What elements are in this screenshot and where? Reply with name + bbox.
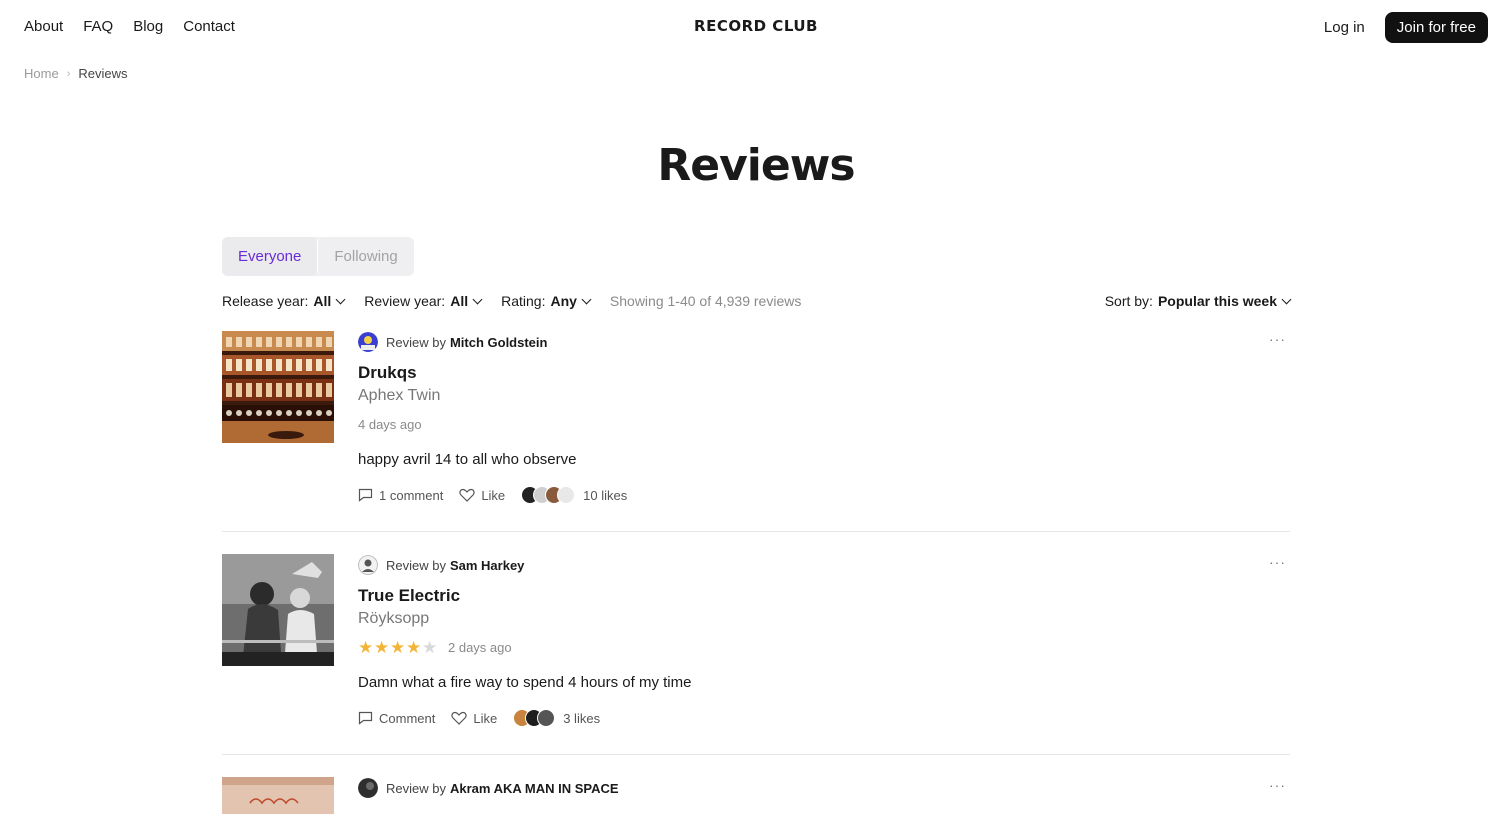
review-text: happy avril 14 to all who observe [358,451,577,468]
review-byline: Review by Sam Harkey [358,554,1290,576]
avatar[interactable] [358,555,378,575]
comment-count: 1 comment [379,487,444,503]
review-body: Review by Mitch Goldstein ··· Drukqs Aph… [358,331,1290,504]
filter-bar: Release year: All Review year: All Ratin… [222,293,801,309]
comment-icon [358,488,373,502]
reviewer-name[interactable]: Sam Harkey [450,558,524,573]
album-cover[interactable] [222,331,334,443]
star-icon: ★ [406,637,422,657]
review-year-filter[interactable]: Review year: All [364,293,483,309]
join-button[interactable]: Join for free [1384,12,1488,43]
chevron-down-icon [472,294,483,304]
filter-value: All [450,293,469,309]
like-label: Like [481,487,506,503]
review-text: Damn what a fire way to spend 4 hours of… [358,674,692,691]
avatar[interactable] [358,332,378,352]
review-byline: Review by Mitch Goldstein [358,331,1290,353]
comment-button[interactable]: 1 comment [358,488,443,503]
review-card: Review by Sam Harkey ··· True Electric R… [222,554,1290,734]
album-cover[interactable] [222,554,334,666]
star-empty-icon: ★ [422,637,438,657]
divider [222,754,1290,755]
star-icon: ★ [374,637,390,657]
review-actions: 1 comment Like 10 likes [358,486,1290,504]
chevron-down-icon [581,294,592,304]
divider [222,531,1290,532]
review-time: 2 days ago [448,639,512,655]
sort-dropdown[interactable]: Sort by: Popular this week [1104,293,1292,309]
review-meta: ★ ★ ★ ★ ★ 2 days ago [358,638,1290,656]
review-card: Review by Mitch Goldstein ··· Drukqs Aph… [222,331,1290,511]
more-options-icon[interactable]: ··· [1269,554,1286,570]
album-title[interactable]: Drukqs [358,363,1290,383]
avatar[interactable] [358,778,378,798]
breadcrumb-home[interactable]: Home [24,66,59,81]
nav-auth: Log in Join for free [1324,12,1488,43]
star-icon: ★ [358,637,374,657]
review-by-label: Review by [386,334,446,350]
reviewer-name[interactable]: Akram AKA MAN IN SPACE [450,781,619,796]
chevron-down-icon [335,294,346,304]
heart-icon [451,711,467,725]
star-rating: ★ ★ ★ ★ ★ [358,639,438,656]
more-options-icon[interactable]: ··· [1269,331,1286,347]
heart-icon [459,488,475,502]
comment-icon [358,711,373,725]
review-body: Review by Sam Harkey ··· True Electric R… [358,554,1290,727]
likes-count[interactable]: 10 likes [583,488,627,503]
filter-value: Any [550,293,577,309]
review-byline: Review by Akram AKA MAN IN SPACE [358,777,1290,799]
chevron-down-icon [1281,294,1292,304]
release-year-filter[interactable]: Release year: All [222,293,346,309]
star-icon: ★ [390,637,406,657]
reviewer-name[interactable]: Mitch Goldstein [450,335,548,350]
filter-value: All [313,293,332,309]
artist-name[interactable]: Aphex Twin [358,387,1290,405]
like-button[interactable]: Like [459,488,505,503]
avatar [557,486,576,504]
results-count: Showing 1-40 of 4,939 reviews [609,293,802,309]
breadcrumb: Home › Reviews [24,66,127,81]
review-time: 4 days ago [358,416,422,432]
likes-count[interactable]: 3 likes [563,711,600,726]
album-title[interactable]: True Electric [358,586,1290,606]
filter-label: Release year: [222,293,309,309]
review-by-label: Review by [386,557,446,573]
login-link[interactable]: Log in [1324,19,1365,36]
liker-avatars[interactable] [513,709,556,727]
album-cover[interactable] [222,777,334,814]
review-card: Review by Akram AKA MAN IN SPACE ··· [222,777,1290,814]
sort-label: Sort by: [1104,293,1153,309]
review-by-label: Review by [386,780,446,796]
breadcrumb-current: Reviews [78,66,128,81]
tab-everyone[interactable]: Everyone [222,237,318,276]
feed-tabs: Everyone Following [222,237,414,276]
review-actions: Comment Like 3 likes [358,709,1290,727]
top-nav: About FAQ Blog Contact RECORD CLUB Log i… [0,0,1512,56]
artist-name[interactable]: Röyksopp [358,610,1290,628]
like-label: Like [473,710,498,726]
site-logo[interactable]: RECORD CLUB [0,17,1512,35]
comment-button[interactable]: Comment [358,711,435,726]
like-button[interactable]: Like [451,711,497,726]
review-meta: 4 days ago [358,415,1290,433]
breadcrumb-chevron-icon: › [66,67,71,80]
filter-label: Rating: [501,293,546,309]
sort-value: Popular this week [1157,293,1277,309]
comment-count: Comment [379,710,436,726]
review-body: Review by Akram AKA MAN IN SPACE ··· [358,777,1290,799]
rating-filter[interactable]: Rating: Any [501,293,592,309]
avatar [537,709,556,727]
page-title: Reviews [657,140,855,191]
filter-label: Review year: [364,293,446,309]
liker-avatars[interactable] [521,486,576,504]
more-options-icon[interactable]: ··· [1269,777,1286,793]
tab-following[interactable]: Following [317,237,413,276]
